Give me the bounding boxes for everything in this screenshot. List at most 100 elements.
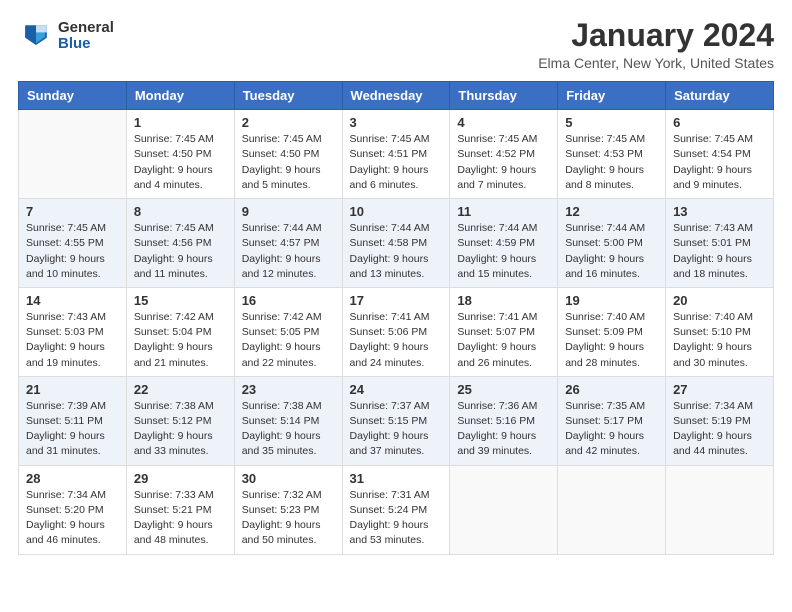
logo-text: General Blue [58, 20, 114, 53]
logo-blue-text: Blue [58, 36, 114, 53]
calendar-day-4: 4 Sunrise: 7:45 AMSunset: 4:52 PMDaylight… [450, 110, 558, 199]
day-info: Sunrise: 7:38 AMSunset: 5:12 PMDaylight:… [134, 399, 227, 460]
day-number: 8 [134, 204, 227, 219]
col-header-friday: Friday [558, 82, 666, 110]
calendar-day-empty [450, 465, 558, 554]
day-info: Sunrise: 7:44 AMSunset: 5:00 PMDaylight:… [565, 221, 658, 282]
calendar-day-7: 7 Sunrise: 7:45 AMSunset: 4:55 PMDaylight… [19, 199, 127, 288]
day-number: 5 [565, 115, 658, 130]
calendar-day-6: 6 Sunrise: 7:45 AMSunset: 4:54 PMDaylight… [666, 110, 774, 199]
calendar-week-row: 1 Sunrise: 7:45 AMSunset: 4:50 PMDaylight… [19, 110, 774, 199]
calendar-week-row: 21 Sunrise: 7:39 AMSunset: 5:11 PMDayligh… [19, 376, 774, 465]
day-info: Sunrise: 7:45 AMSunset: 4:50 PMDaylight:… [134, 132, 227, 193]
day-info: Sunrise: 7:45 AMSunset: 4:51 PMDaylight:… [350, 132, 443, 193]
day-number: 25 [457, 382, 550, 397]
calendar: SundayMondayTuesdayWednesdayThursdayFrid… [18, 81, 774, 554]
day-number: 31 [350, 471, 443, 486]
day-info: Sunrise: 7:40 AMSunset: 5:10 PMDaylight:… [673, 310, 766, 371]
calendar-day-29: 29 Sunrise: 7:33 AMSunset: 5:21 PMDayligh… [126, 465, 234, 554]
calendar-day-empty [19, 110, 127, 199]
day-info: Sunrise: 7:31 AMSunset: 5:24 PMDaylight:… [350, 488, 443, 549]
calendar-day-2: 2 Sunrise: 7:45 AMSunset: 4:50 PMDaylight… [234, 110, 342, 199]
col-header-wednesday: Wednesday [342, 82, 450, 110]
calendar-day-14: 14Sunrise: 7:43 AMSunset: 5:03 PMDayligh… [19, 287, 127, 376]
calendar-day-16: 16 Sunrise: 7:42 AMSunset: 5:05 PMDayligh… [234, 287, 342, 376]
day-info: Sunrise: 7:43 AMSunset: 5:01 PMDaylight:… [673, 221, 766, 282]
day-info: Sunrise: 7:43 AMSunset: 5:03 PMDaylight:… [26, 310, 119, 371]
day-info: Sunrise: 7:40 AMSunset: 5:09 PMDaylight:… [565, 310, 658, 371]
day-number: 6 [673, 115, 766, 130]
day-info: Sunrise: 7:45 AMSunset: 4:52 PMDaylight:… [457, 132, 550, 193]
day-number: 2 [242, 115, 335, 130]
calendar-day-empty [666, 465, 774, 554]
day-number: 18 [457, 293, 550, 308]
day-info: Sunrise: 7:41 AMSunset: 5:07 PMDaylight:… [457, 310, 550, 371]
day-number: 16 [242, 293, 335, 308]
day-number: 27 [673, 382, 766, 397]
day-info: Sunrise: 7:44 AMSunset: 4:57 PMDaylight:… [242, 221, 335, 282]
col-header-thursday: Thursday [450, 82, 558, 110]
day-info: Sunrise: 7:39 AMSunset: 5:11 PMDaylight:… [26, 399, 119, 460]
day-info: Sunrise: 7:34 AMSunset: 5:20 PMDaylight:… [26, 488, 119, 549]
day-info: Sunrise: 7:45 AMSunset: 4:55 PMDaylight:… [26, 221, 119, 282]
calendar-day-18: 18 Sunrise: 7:41 AMSunset: 5:07 PMDayligh… [450, 287, 558, 376]
day-number: 22 [134, 382, 227, 397]
day-info: Sunrise: 7:36 AMSunset: 5:16 PMDaylight:… [457, 399, 550, 460]
calendar-day-20: 20Sunrise: 7:40 AMSunset: 5:10 PMDayligh… [666, 287, 774, 376]
calendar-header-row: SundayMondayTuesdayWednesdayThursdayFrid… [19, 82, 774, 110]
calendar-day-28: 28 Sunrise: 7:34 AMSunset: 5:20 PMDayligh… [19, 465, 127, 554]
calendar-day-27: 27 Sunrise: 7:34 AMSunset: 5:19 PMDayligh… [666, 376, 774, 465]
day-number: 26 [565, 382, 658, 397]
calendar-day-17: 17Sunrise: 7:41 AMSunset: 5:06 PMDayligh… [342, 287, 450, 376]
calendar-day-21: 21 Sunrise: 7:39 AMSunset: 5:11 PMDayligh… [19, 376, 127, 465]
calendar-week-row: 14Sunrise: 7:43 AMSunset: 5:03 PMDayligh… [19, 287, 774, 376]
calendar-day-empty [558, 465, 666, 554]
calendar-day-10: 10Sunrise: 7:44 AMSunset: 4:58 PMDayligh… [342, 199, 450, 288]
day-info: Sunrise: 7:45 AMSunset: 4:53 PMDaylight:… [565, 132, 658, 193]
month-title: January 2024 [538, 18, 774, 53]
day-info: Sunrise: 7:42 AMSunset: 5:05 PMDaylight:… [242, 310, 335, 371]
col-header-monday: Monday [126, 82, 234, 110]
calendar-day-8: 8Sunrise: 7:45 AMSunset: 4:56 PMDaylight… [126, 199, 234, 288]
day-number: 11 [457, 204, 550, 219]
day-info: Sunrise: 7:35 AMSunset: 5:17 PMDaylight:… [565, 399, 658, 460]
calendar-day-31: 31 Sunrise: 7:31 AMSunset: 5:24 PMDayligh… [342, 465, 450, 554]
day-info: Sunrise: 7:44 AMSunset: 4:59 PMDaylight:… [457, 221, 550, 282]
col-header-saturday: Saturday [666, 82, 774, 110]
day-number: 21 [26, 382, 119, 397]
day-number: 13 [673, 204, 766, 219]
calendar-day-25: 25 Sunrise: 7:36 AMSunset: 5:16 PMDayligh… [450, 376, 558, 465]
day-info: Sunrise: 7:34 AMSunset: 5:19 PMDaylight:… [673, 399, 766, 460]
page: General Blue January 2024 Elma Center, N… [0, 0, 792, 612]
day-info: Sunrise: 7:42 AMSunset: 5:04 PMDaylight:… [134, 310, 227, 371]
day-number: 9 [242, 204, 335, 219]
day-number: 4 [457, 115, 550, 130]
calendar-day-15: 15Sunrise: 7:42 AMSunset: 5:04 PMDayligh… [126, 287, 234, 376]
day-number: 29 [134, 471, 227, 486]
day-number: 28 [26, 471, 119, 486]
calendar-day-1: 1 Sunrise: 7:45 AMSunset: 4:50 PMDaylight… [126, 110, 234, 199]
day-number: 19 [565, 293, 658, 308]
day-number: 17 [350, 293, 443, 308]
day-number: 3 [350, 115, 443, 130]
header: General Blue January 2024 Elma Center, N… [18, 18, 774, 71]
calendar-day-11: 11 Sunrise: 7:44 AMSunset: 4:59 PMDayligh… [450, 199, 558, 288]
day-number: 1 [134, 115, 227, 130]
calendar-day-9: 9 Sunrise: 7:44 AMSunset: 4:57 PMDaylight… [234, 199, 342, 288]
col-header-tuesday: Tuesday [234, 82, 342, 110]
day-number: 10 [350, 204, 443, 219]
day-number: 24 [350, 382, 443, 397]
calendar-day-30: 30Sunrise: 7:32 AMSunset: 5:23 PMDayligh… [234, 465, 342, 554]
calendar-week-row: 7 Sunrise: 7:45 AMSunset: 4:55 PMDaylight… [19, 199, 774, 288]
day-info: Sunrise: 7:45 AMSunset: 4:54 PMDaylight:… [673, 132, 766, 193]
logo: General Blue [18, 18, 114, 54]
calendar-day-26: 26 Sunrise: 7:35 AMSunset: 5:17 PMDayligh… [558, 376, 666, 465]
col-header-sunday: Sunday [19, 82, 127, 110]
logo-general-text: General [58, 20, 114, 37]
day-info: Sunrise: 7:38 AMSunset: 5:14 PMDaylight:… [242, 399, 335, 460]
location-text: Elma Center, New York, United States [538, 55, 774, 71]
day-number: 7 [26, 204, 119, 219]
day-info: Sunrise: 7:45 AMSunset: 4:50 PMDaylight:… [242, 132, 335, 193]
day-number: 23 [242, 382, 335, 397]
day-info: Sunrise: 7:33 AMSunset: 5:21 PMDaylight:… [134, 488, 227, 549]
